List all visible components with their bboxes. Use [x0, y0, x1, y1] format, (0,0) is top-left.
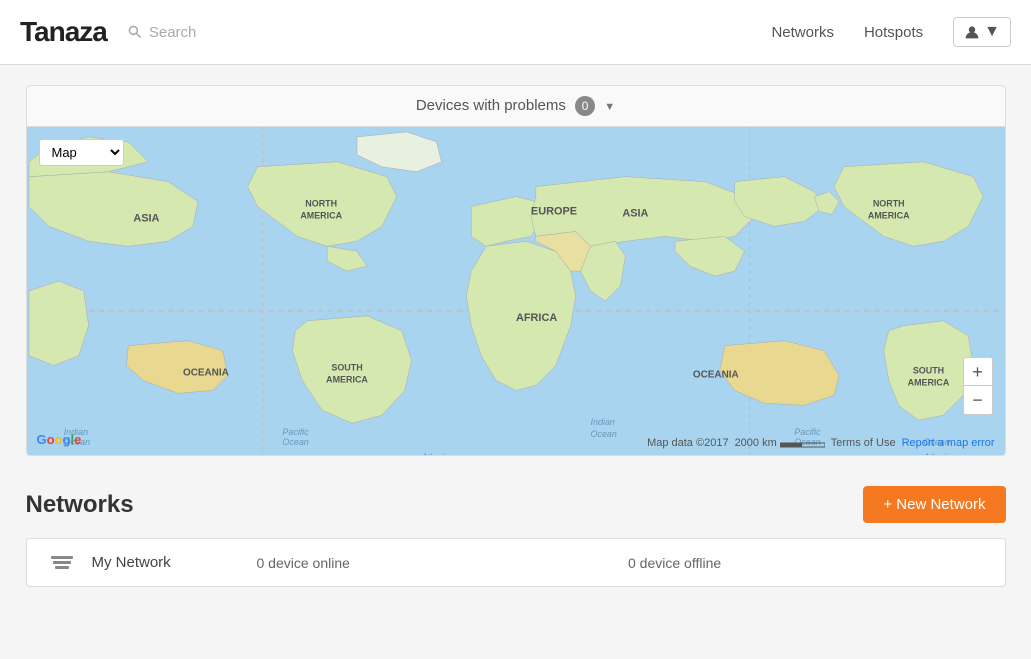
nav-hotspots[interactable]: Hotspots — [864, 24, 923, 41]
svg-text:OCEANIA: OCEANIA — [183, 367, 229, 378]
zoom-in-button[interactable]: + — [964, 358, 992, 386]
user-icon — [964, 24, 980, 40]
svg-text:Atlantic: Atlantic — [420, 452, 451, 455]
map-container: Map Satellite Hybrid Terrain — [26, 126, 1006, 456]
svg-text:Ocean: Ocean — [282, 437, 308, 447]
search-icon — [127, 24, 143, 40]
svg-text:OCEANIA: OCEANIA — [692, 369, 738, 380]
networks-header: Networks + New Network — [26, 486, 1006, 523]
svg-text:Pacific: Pacific — [794, 427, 821, 437]
logo: Tanaza — [20, 16, 107, 48]
search-area[interactable]: Search — [127, 24, 197, 41]
svg-text:Atlantic: Atlantic — [922, 452, 953, 455]
zoom-controls: + − — [963, 357, 993, 415]
svg-text:Pacific: Pacific — [282, 427, 309, 437]
search-label: Search — [149, 24, 197, 41]
header-nav: Networks Hotspots ▼ — [771, 17, 1011, 47]
svg-text:AMERICA: AMERICA — [326, 374, 368, 384]
main-content: Devices with problems 0 ▼ Map Satellite … — [16, 85, 1016, 587]
header: Tanaza Search Networks Hotspots ▼ — [0, 0, 1031, 65]
network-offline-stat: 0 device offline — [628, 555, 985, 571]
svg-text:AMERICA: AMERICA — [907, 377, 949, 387]
user-menu-button[interactable]: ▼ — [953, 17, 1011, 47]
network-list: My Network 0 device online 0 device offl… — [26, 538, 1006, 587]
network-item: My Network 0 device online 0 device offl… — [27, 539, 1005, 586]
problems-label: Devices with problems — [416, 97, 566, 114]
svg-text:AMERICA: AMERICA — [300, 210, 342, 220]
svg-text:SOUTH: SOUTH — [912, 365, 943, 375]
map-data-label: Map data ©2017 — [647, 437, 729, 449]
svg-text:SOUTH: SOUTH — [331, 363, 362, 373]
zoom-out-button[interactable]: − — [964, 386, 992, 414]
scale-bar: 2000 km — [735, 437, 825, 449]
networks-title: Networks — [26, 491, 134, 519]
svg-text:AFRICA: AFRICA — [516, 312, 557, 324]
networks-section: Networks + New Network My Network 0 devi… — [26, 486, 1006, 587]
svg-text:NORTH: NORTH — [305, 199, 337, 209]
map-type-select[interactable]: Map Satellite Hybrid Terrain — [39, 139, 124, 166]
google-logo: Google — [37, 432, 82, 447]
nav-networks[interactable]: Networks — [771, 24, 834, 41]
svg-text:NORTH: NORTH — [872, 199, 904, 209]
svg-text:Ocean: Ocean — [590, 429, 616, 439]
network-stack-icon — [47, 556, 77, 569]
scale-line-svg — [780, 438, 825, 448]
problems-bar: Devices with problems 0 ▼ — [26, 85, 1006, 126]
report-map-error-link[interactable]: Report a map error — [902, 437, 995, 449]
new-network-button[interactable]: + New Network — [863, 486, 1005, 523]
svg-text:AMERICA: AMERICA — [867, 210, 909, 220]
terms-of-use-link[interactable]: Terms of Use — [831, 437, 896, 449]
problems-dropdown-caret[interactable]: ▼ — [604, 101, 615, 113]
svg-text:ASIA: ASIA — [622, 207, 648, 219]
world-map: ASIA ASIA NORTH AMERICA NORTH AMERICA AF… — [27, 127, 1005, 455]
user-caret: ▼ — [984, 23, 1000, 41]
network-online-stat: 0 device online — [257, 555, 614, 571]
svg-text:Indian: Indian — [590, 417, 614, 427]
network-name[interactable]: My Network — [92, 554, 242, 571]
map-scale: 2000 km — [735, 437, 825, 449]
svg-text:ASIA: ASIA — [133, 212, 159, 224]
svg-text:EUROPE: EUROPE — [530, 205, 576, 217]
problems-count: 0 — [575, 96, 595, 116]
map-footer: Map data ©2017 2000 km Terms of Use Repo… — [647, 437, 994, 449]
map-section: Devices with problems 0 ▼ Map Satellite … — [26, 85, 1006, 456]
